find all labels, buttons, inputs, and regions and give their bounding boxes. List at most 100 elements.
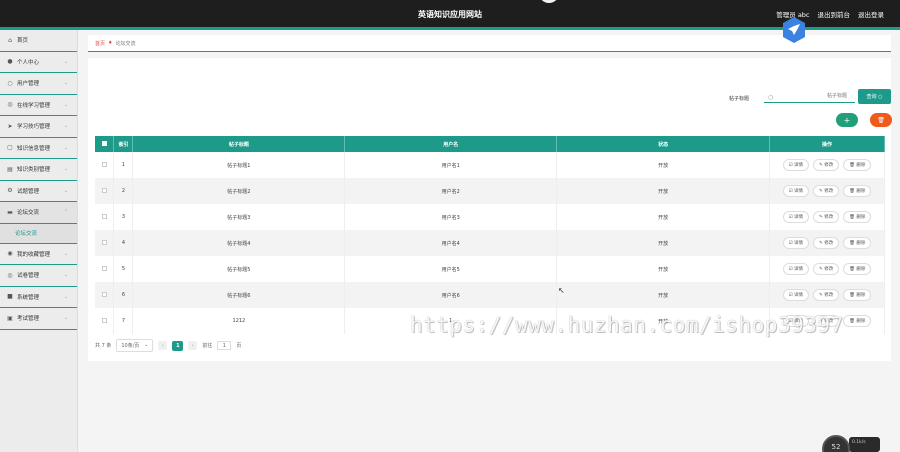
sidebar-item-forum[interactable]: ▬ 论坛交流 ⌃ — [0, 202, 77, 224]
delete-row-button[interactable]: 🗑 删除 — [843, 263, 872, 275]
edit-button[interactable]: ✎ 修改 — [813, 289, 840, 301]
detail-button[interactable]: ☑ 详情 — [782, 237, 810, 249]
column-header-status: 状态 — [556, 136, 770, 152]
sidebar-item-label: 我的收藏管理 — [17, 251, 51, 258]
page-number-current[interactable]: 1 — [172, 340, 184, 351]
detail-label: 详情 — [794, 215, 804, 220]
delete-label: 删除 — [856, 241, 866, 246]
row-checkbox-cell[interactable] — [95, 282, 115, 308]
add-button[interactable]: + — [836, 113, 858, 127]
cell-username: 用户名6 — [344, 282, 558, 308]
page-size-select[interactable]: 10条/页 ⌄ — [116, 339, 154, 352]
delete-label: 删除 — [856, 189, 866, 194]
cell-username: 用户名3 — [344, 204, 558, 230]
row-checkbox-cell[interactable] — [95, 178, 115, 204]
delete-row-button[interactable]: 🗑 删除 — [843, 315, 872, 327]
table-row[interactable]: 4 帖子标题4 用户名4 开放 ☑ 详情 ✎ 修改 🗑 删除 — [95, 230, 885, 256]
sidebar-item-home[interactable]: ⌂ 首页 — [0, 30, 77, 52]
row-checkbox[interactable] — [101, 265, 107, 271]
sidebar-item-system[interactable]: ■ 系统管理 ⌄ — [0, 287, 77, 308]
column-header-index: 索引 — [113, 136, 134, 152]
chevron-down-icon: ⌄ — [63, 144, 68, 151]
speed-text: 0.1k/s — [849, 437, 880, 452]
delete-row-button[interactable]: 🗑 删除 — [843, 211, 872, 223]
row-checkbox-cell[interactable] — [95, 152, 115, 178]
row-checkbox[interactable] — [101, 161, 107, 167]
sidebar-item-exams[interactable]: ▣ 考试管理 ⌄ — [0, 308, 77, 330]
sidebar-item-favorites[interactable]: ◉ 我的收藏管理 ⌄ — [0, 244, 77, 265]
row-checkbox-cell[interactable] — [95, 230, 115, 256]
edit-label: 修改 — [824, 267, 834, 272]
floating-bird-badge-icon[interactable] — [783, 17, 805, 43]
sidebar-subitem-forum[interactable]: 论坛交流 — [0, 223, 77, 244]
doc-icon: ▢ — [7, 144, 13, 152]
detail-button[interactable]: ☑ 详情 — [782, 185, 810, 197]
home-icon: ⌂ — [8, 36, 12, 44]
sidebar-item-label: 在线学习管理 — [17, 102, 51, 109]
select-all-checkbox-cell[interactable] — [95, 136, 115, 152]
cell-username: 用户名5 — [344, 256, 558, 282]
cell-index: 6 — [113, 282, 134, 308]
edit-button[interactable]: ✎ 修改 — [813, 185, 840, 197]
sidebar-item-label: 试题管理 — [17, 188, 40, 195]
cell-title: 帖子标题1 — [132, 152, 346, 178]
sidebar-item-exam-papers[interactable]: ◎ 试卷管理 ⌄ — [0, 265, 77, 287]
sidebar-item-questions[interactable]: ⚙ 试题管理 ⌄ — [0, 181, 77, 202]
sidebar-item-study-tips[interactable]: ➤ 学习技巧管理 ⌄ — [0, 116, 77, 138]
prev-page-button[interactable]: ‹ — [158, 341, 168, 350]
list-icon: ▤ — [7, 165, 13, 173]
row-checkbox[interactable] — [101, 187, 107, 193]
cell-title: 帖子标题6 — [132, 282, 346, 308]
breadcrumb-home[interactable]: 首页 — [95, 40, 105, 47]
delete-button[interactable]: 🗑 — [870, 113, 892, 127]
sidebar-item-knowledge-category[interactable]: ▤ 知识类别管理 ⌄ — [0, 159, 77, 181]
goto-page-input[interactable]: 1 — [217, 341, 232, 350]
delete-row-button[interactable]: 🗑 删除 — [843, 289, 872, 301]
cell-actions: ☑ 详情 ✎ 修改 🗑 删除 — [769, 256, 885, 282]
detail-button[interactable]: ☑ 详情 — [782, 289, 810, 301]
row-checkbox[interactable] — [101, 239, 107, 245]
delete-row-button[interactable]: 🗑 删除 — [843, 159, 872, 171]
chevron-down-icon: ⌄ — [63, 187, 68, 194]
sidebar-item-users[interactable]: ○ 用户管理 ⌄ — [0, 73, 77, 95]
back-to-front-link[interactable]: 退出到前台 — [818, 9, 851, 19]
logout-link[interactable]: 退出登录 — [858, 9, 884, 19]
table-row[interactable]: 2 帖子标题2 用户名2 开放 ☑ 详情 ✎ 修改 🗑 删除 — [95, 178, 885, 204]
table-row[interactable]: 5 帖子标题5 用户名5 开放 ☑ 详情 ✎ 修改 🗑 删除 — [95, 256, 885, 282]
next-page-button[interactable]: › — [188, 341, 198, 350]
percent-circle: 52 — [822, 435, 850, 452]
sidebar-item-profile[interactable]: ● 个人中心 ⌄ — [0, 52, 77, 73]
edit-button[interactable]: ✎ 修改 — [813, 263, 840, 275]
detail-button[interactable]: ☑ 详情 — [782, 159, 810, 171]
edit-label: 修改 — [824, 189, 834, 194]
delete-label: 删除 — [856, 293, 866, 298]
delete-row-button[interactable]: 🗑 删除 — [843, 185, 872, 197]
search-input[interactable] — [764, 90, 855, 103]
sidebar-item-label: 试卷管理 — [17, 273, 40, 280]
edit-button[interactable]: ✎ 修改 — [813, 159, 840, 171]
goto-prefix: 前往 — [202, 343, 213, 349]
delete-row-button[interactable]: 🗑 删除 — [843, 237, 872, 249]
cell-index: 3 — [113, 204, 134, 230]
row-checkbox-cell[interactable] — [95, 204, 115, 230]
row-checkbox-cell[interactable] — [95, 308, 115, 334]
table-row[interactable]: 1 帖子标题1 用户名1 开放 ☑ 详情 ✎ 修改 🗑 删除 — [95, 152, 885, 178]
table-row[interactable]: 3 帖子标题3 用户名3 开放 ☑ 详情 ✎ 修改 🗑 删除 — [95, 204, 885, 230]
table-row[interactable]: 6 帖子标题6 用户名6 开放 ☑ 详情 ✎ 修改 🗑 删除 — [95, 282, 885, 308]
sidebar-item-knowledge-info[interactable]: ▢ 知识信息管理 ⌄ — [0, 138, 77, 159]
search-button[interactable]: 查询 ○ — [858, 89, 891, 104]
user-icon: ● — [7, 58, 13, 66]
chevron-down-icon: ⌄ — [63, 272, 68, 278]
detail-button[interactable]: ☑ 详情 — [782, 211, 810, 223]
row-checkbox[interactable] — [101, 291, 107, 297]
edit-button[interactable]: ✎ 修改 — [813, 237, 840, 249]
sidebar-item-online-study[interactable]: ◎ 在线学习管理 ⌄ — [0, 95, 77, 116]
cell-actions: ☑ 详情 ✎ 修改 🗑 删除 — [769, 204, 885, 230]
row-checkbox-cell[interactable] — [95, 256, 115, 282]
row-checkbox[interactable] — [101, 213, 107, 219]
delete-label: 删除 — [856, 163, 866, 168]
row-checkbox[interactable] — [101, 317, 107, 323]
select-all-checkbox[interactable] — [101, 140, 107, 146]
detail-button[interactable]: ☑ 详情 — [782, 263, 810, 275]
edit-button[interactable]: ✎ 修改 — [813, 211, 840, 223]
